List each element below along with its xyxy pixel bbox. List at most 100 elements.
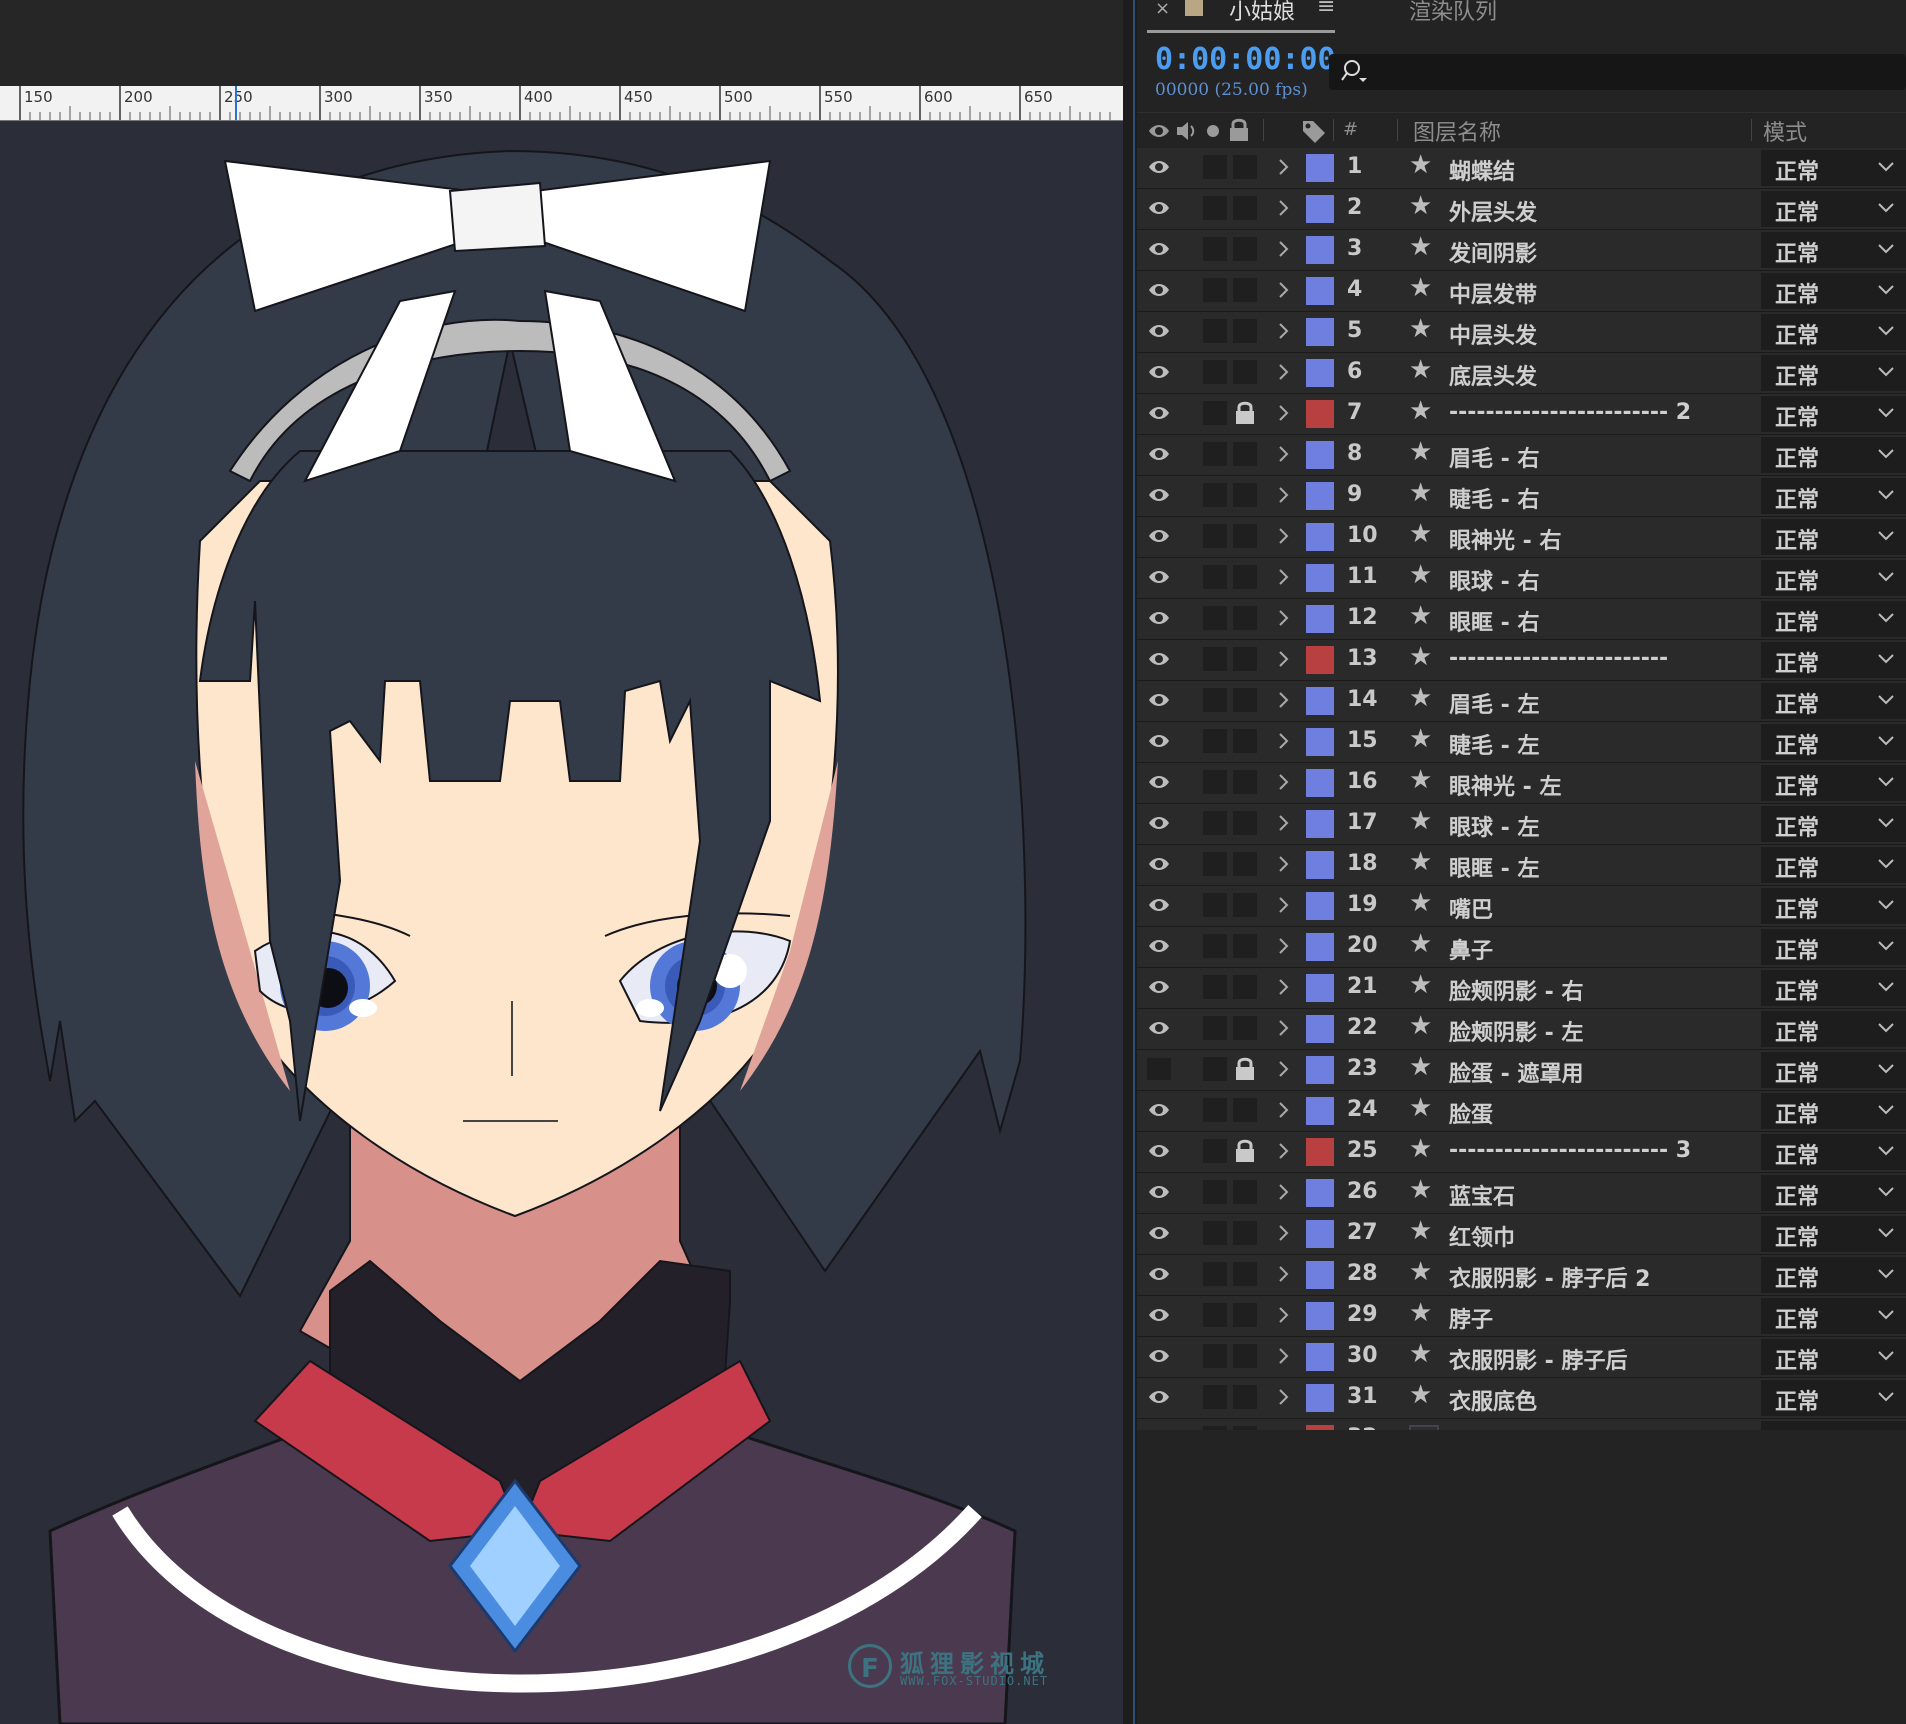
lock-toggle[interactable] <box>1233 319 1257 343</box>
lock-toggle[interactable] <box>1233 1344 1257 1368</box>
layer-name[interactable]: 衣服底色 <box>1449 1384 1537 1416</box>
blend-mode-dropdown[interactable]: 正常 <box>1761 1093 1906 1129</box>
lock-toggle[interactable] <box>1233 483 1257 507</box>
visibility-eye-icon[interactable] <box>1147 238 1171 260</box>
lock-toggle[interactable] <box>1233 1098 1257 1122</box>
header-mode[interactable]: 模式 <box>1763 115 1807 147</box>
lock-toggle[interactable] <box>1233 975 1257 999</box>
layer-name[interactable]: 脸蛋 - 遮罩用 <box>1449 1056 1583 1088</box>
lock-toggle[interactable] <box>1233 360 1257 384</box>
visibility-eye-icon[interactable] <box>1147 1263 1171 1285</box>
solo-toggle[interactable] <box>1203 401 1227 425</box>
expand-chevron-icon[interactable] <box>1277 1017 1291 1039</box>
layer-row[interactable]: 6 ★ 底层头发 正常 <box>1137 353 1906 394</box>
layer-row[interactable]: 17 ★ 眼球 - 左 正常 <box>1137 804 1906 845</box>
label-color-swatch[interactable] <box>1306 933 1334 961</box>
layer-name[interactable]: 鼻子 <box>1449 933 1493 965</box>
blend-mode-dropdown[interactable]: 正常 <box>1761 888 1906 924</box>
layer-row[interactable]: 7 ★ ------------------------ 2 正常 <box>1137 394 1906 435</box>
lock-toggle[interactable] <box>1233 811 1257 835</box>
visibility-eye-icon[interactable] <box>1147 607 1171 629</box>
layer-name[interactable]: 眼眶 - 右 <box>1449 605 1539 637</box>
label-color-swatch[interactable] <box>1306 523 1334 551</box>
expand-chevron-icon[interactable] <box>1277 1140 1291 1162</box>
label-color-swatch[interactable] <box>1306 359 1334 387</box>
solo-toggle[interactable] <box>1203 278 1227 302</box>
lock-toggle[interactable] <box>1233 647 1257 671</box>
blend-mode-dropdown[interactable]: 正常 <box>1761 150 1906 186</box>
layer-name[interactable]: 蓝宝石 <box>1449 1179 1515 1211</box>
layer-row[interactable]: 13 ★ ------------------------ 正常 <box>1137 640 1906 681</box>
layer-name[interactable]: 中层头发 <box>1449 318 1537 350</box>
visibility-eye-icon[interactable] <box>1147 853 1171 875</box>
visibility-eye-icon[interactable] <box>1147 812 1171 834</box>
visibility-eye-icon[interactable] <box>1147 1304 1171 1326</box>
blend-mode-dropdown[interactable]: 正常 <box>1761 314 1906 350</box>
lock-toggle[interactable] <box>1233 237 1257 261</box>
lock-icon[interactable] <box>1234 1138 1256 1164</box>
audio-icon[interactable] <box>1175 119 1199 143</box>
layer-name[interactable]: 脸蛋 <box>1449 1097 1493 1129</box>
layer-name[interactable]: 眼球 - 右 <box>1449 564 1539 596</box>
layer-name[interactable]: 睫毛 - 右 <box>1449 482 1539 514</box>
layer-row[interactable]: 16 ★ 眼神光 - 左 正常 <box>1137 763 1906 804</box>
character-artwork[interactable] <box>0 121 1123 1724</box>
layer-row[interactable]: 3 ★ 发间阴影 正常 <box>1137 230 1906 271</box>
solo-toggle[interactable] <box>1203 1098 1227 1122</box>
expand-chevron-icon[interactable] <box>1277 1263 1291 1285</box>
lock-toggle[interactable] <box>1233 893 1257 917</box>
layer-name[interactable]: 眉毛 - 左 <box>1449 687 1539 719</box>
layer-row[interactable]: 23 ★ 脸蛋 - 遮罩用 正常 <box>1137 1050 1906 1091</box>
layer-name[interactable]: 眉毛 - 右 <box>1449 441 1539 473</box>
tab-close-icon[interactable]: × <box>1155 0 1170 19</box>
blend-mode-dropdown[interactable]: 正常 <box>1761 1257 1906 1293</box>
blend-mode-dropdown[interactable]: 正常 <box>1761 396 1906 432</box>
expand-chevron-icon[interactable] <box>1277 853 1291 875</box>
expand-chevron-icon[interactable] <box>1277 607 1291 629</box>
visibility-eye-icon[interactable] <box>1147 361 1171 383</box>
blend-mode-dropdown[interactable]: 正常 <box>1761 642 1906 678</box>
lock-toggle[interactable] <box>1233 1016 1257 1040</box>
solo-toggle[interactable] <box>1203 196 1227 220</box>
layer-name[interactable]: ------------------------ 2 <box>1449 400 1691 425</box>
visibility-eye-icon[interactable] <box>1147 566 1171 588</box>
lock-toggle[interactable] <box>1233 155 1257 179</box>
blend-mode-dropdown[interactable]: 正常 <box>1761 191 1906 227</box>
blend-mode-dropdown[interactable]: 正常 <box>1761 1052 1906 1088</box>
lock-toggle[interactable] <box>1233 565 1257 589</box>
layer-row[interactable]: 22 ★ 脸颊阴影 - 左 正常 <box>1137 1009 1906 1050</box>
blend-mode-dropdown[interactable]: 正常 <box>1761 847 1906 883</box>
solo-toggle[interactable] <box>1203 1385 1227 1409</box>
tab-composition[interactable]: 小姑娘 <box>1229 0 1295 26</box>
blend-mode-dropdown[interactable]: 正常 <box>1761 437 1906 473</box>
layer-row[interactable]: 25 ★ ------------------------ 3 正常 <box>1137 1132 1906 1173</box>
solo-toggle[interactable] <box>1203 155 1227 179</box>
solo-toggle[interactable] <box>1203 1139 1227 1163</box>
label-color-swatch[interactable] <box>1306 236 1334 264</box>
solo-toggle[interactable] <box>1203 934 1227 958</box>
label-color-swatch[interactable] <box>1306 1056 1334 1084</box>
visibility-eye-icon[interactable] <box>1147 402 1171 424</box>
visibility-eye-icon[interactable] <box>1147 525 1171 547</box>
layer-list[interactable]: 1 ★ 蝴蝶结 正常 2 ★ 外层头发 正常 3 ★ 发间阴影 正常 4 ★ 中层发带 正常 5 ★ 中层头发 正常 6… <box>1137 148 1906 1460</box>
layer-name[interactable]: 嘴巴 <box>1449 892 1493 924</box>
blend-mode-dropdown[interactable]: 正常 <box>1761 1216 1906 1252</box>
lock-toggle[interactable] <box>1233 524 1257 548</box>
solo-toggle[interactable] <box>1203 442 1227 466</box>
expand-chevron-icon[interactable] <box>1277 812 1291 834</box>
lock-toggle[interactable] <box>1233 1303 1257 1327</box>
solo-toggle[interactable] <box>1203 360 1227 384</box>
header-layer-name[interactable]: 图层名称 <box>1413 115 1501 147</box>
layer-row[interactable]: 11 ★ 眼球 - 右 正常 <box>1137 558 1906 599</box>
solo-toggle[interactable] <box>1203 606 1227 630</box>
layer-row[interactable]: 20 ★ 鼻子 正常 <box>1137 927 1906 968</box>
blend-mode-dropdown[interactable]: 正常 <box>1761 232 1906 268</box>
label-color-swatch[interactable] <box>1306 482 1334 510</box>
expand-chevron-icon[interactable] <box>1277 1222 1291 1244</box>
layer-name[interactable]: ------------------------ 3 <box>1449 1138 1691 1163</box>
layer-row[interactable]: 14 ★ 眉毛 - 左 正常 <box>1137 681 1906 722</box>
expand-chevron-icon[interactable] <box>1277 689 1291 711</box>
solo-toggle[interactable] <box>1203 565 1227 589</box>
expand-chevron-icon[interactable] <box>1277 1181 1291 1203</box>
timeline-panel[interactable]: × 小姑娘 ≡ 渲染队列 0:00:00:00 00000 (25.00 fps… <box>1137 0 1906 1724</box>
